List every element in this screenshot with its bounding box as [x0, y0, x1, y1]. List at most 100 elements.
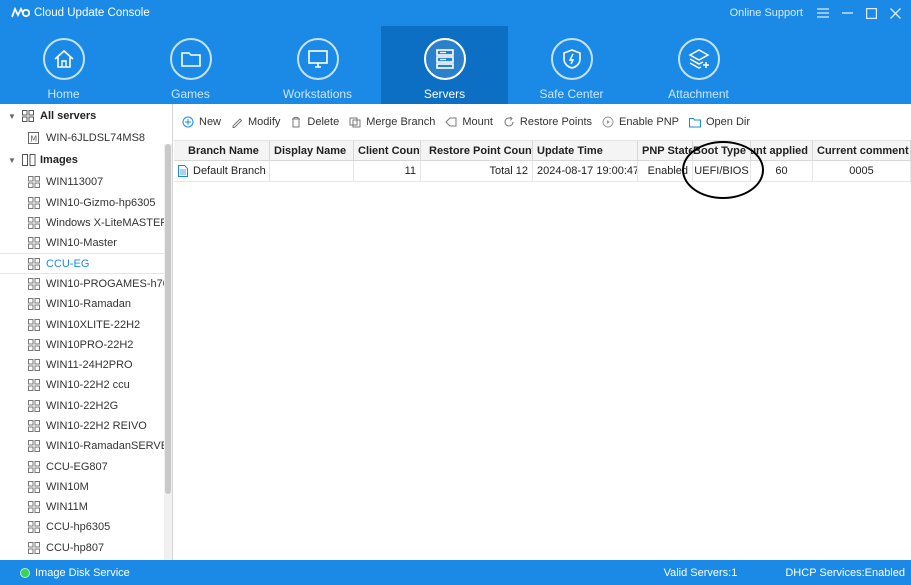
window-title: Cloud Update Console: [34, 7, 150, 19]
tree-item-image[interactable]: WIN10M: [0, 477, 164, 497]
tree-item-image[interactable]: WIN113007: [0, 172, 164, 192]
online-support-link[interactable]: Online Support: [730, 7, 803, 19]
header-label: Current comment: [817, 144, 909, 157]
tree-item-image[interactable]: WIN10-22H2 REIVO: [0, 416, 164, 436]
main-nav: Home Games Workstations Servers Safe Cen…: [0, 26, 911, 104]
image-disk-icon: [28, 521, 41, 534]
tree-item-image[interactable]: WIN11M: [0, 497, 164, 517]
image-disk-icon: [28, 541, 41, 554]
tree-group-images[interactable]: ▼ Images: [0, 148, 164, 172]
mount-icon: [445, 116, 457, 128]
nav-label: Attachment: [668, 87, 729, 101]
merge-branch-button[interactable]: Merge Branch: [349, 116, 435, 128]
tree-item-image[interactable]: WIN10PRO-22H2: [0, 335, 164, 355]
tree-group-all-servers[interactable]: ▼ All servers: [0, 104, 164, 128]
tree-item-image[interactable]: WIN10-RamadanSERVER: [0, 436, 164, 456]
open-dir-button[interactable]: Open Dir: [688, 116, 750, 128]
new-button[interactable]: New: [182, 116, 221, 128]
col-branch-name[interactable]: Branch Name: [174, 141, 270, 160]
nav-home[interactable]: Home: [0, 26, 127, 104]
tree-item-image[interactable]: WIN10XLITE-22H2: [0, 314, 164, 334]
new-label: New: [199, 116, 222, 128]
delete-button[interactable]: Delete: [290, 116, 339, 128]
enable-pnp-button[interactable]: Enable PNP: [602, 116, 679, 128]
col-restore-point-count[interactable]: Restore Point Count: [421, 141, 533, 160]
tree-item-label: WIN10PRO-22H2: [46, 338, 134, 351]
folder-icon: [169, 38, 212, 80]
image-disk-icon: [28, 277, 41, 290]
nav-games[interactable]: Games: [127, 26, 254, 104]
dhcp-status: DHCP Services:Enabled: [785, 566, 905, 579]
tree-item-image[interactable]: WIN10-PROGAMES-h705: [0, 274, 164, 294]
svg-text:M: M: [30, 135, 37, 144]
nav-label: Servers: [423, 87, 466, 101]
restore-icon: [503, 116, 515, 128]
image-disk-icon: [28, 460, 41, 473]
nav-attachment[interactable]: Attachment: [635, 26, 762, 104]
annotation-circle: [682, 141, 764, 199]
menu-icon[interactable]: [811, 0, 835, 26]
mount-button[interactable]: Mount: [445, 116, 493, 128]
col-update-time[interactable]: Update Time: [533, 141, 638, 160]
grid-icon: [22, 110, 36, 122]
tree-item-image[interactable]: WIN10-22H2G: [0, 396, 164, 416]
tree-item-label: WIN10-RamadanSERVER: [46, 440, 164, 453]
tree-item-image[interactable]: WIN10-22H2 ccu: [0, 375, 164, 395]
status-bar: Image Disk Service Valid Servers:1 DHCP …: [0, 560, 911, 585]
image-disk-icon: [28, 379, 41, 392]
close-icon[interactable]: [883, 0, 907, 26]
image-disk-icon: [28, 257, 41, 270]
cell-update-time: 2024-08-17 19:00:47: [533, 161, 638, 181]
branch-name: Default Branch: [193, 165, 266, 177]
header-label: Branch Name: [188, 144, 259, 157]
header-label: PNP State: [642, 144, 693, 157]
tree-item-server[interactable]: M WIN-6JLDSL74MS8: [0, 128, 164, 148]
col-current-comment[interactable]: Current comment: [813, 141, 911, 160]
tree-item-label: WIN11-24H2PRO: [46, 359, 133, 372]
image-disk-icon: [28, 399, 41, 412]
tree-item-label: WIN10-Master: [46, 237, 117, 250]
mount-label: Mount: [462, 116, 493, 128]
tree-scrollbar[interactable]: [164, 144, 172, 560]
expand-arrow-icon[interactable]: ▼: [8, 112, 18, 121]
col-display-name[interactable]: Display Name: [270, 141, 354, 160]
nav-workstations[interactable]: Workstations: [254, 26, 381, 104]
tree-item-image[interactable]: WIN10-Ramadan: [0, 294, 164, 314]
tree-item-image[interactable]: CCU-EG807: [0, 456, 164, 476]
restore-points-label: Restore Points: [519, 116, 593, 128]
image-disk-icon: [28, 217, 41, 230]
tree-item-label: WIN10XLITE-22H2: [46, 318, 141, 331]
nav-servers[interactable]: Servers: [381, 26, 508, 104]
nav-safe-center[interactable]: Safe Center: [508, 26, 635, 104]
restore-points-button[interactable]: Restore Points: [503, 116, 592, 128]
shield-icon: [550, 38, 593, 80]
maximize-icon[interactable]: [859, 0, 883, 26]
tree-item-image[interactable]: WIN10-Gizmo-hp6305: [0, 193, 164, 213]
tree-item-image[interactable]: CCU-hp807: [0, 538, 164, 558]
tree-item-image[interactable]: Windows X-LiteMASTER: [0, 213, 164, 233]
valid-servers: Valid Servers:1: [663, 566, 738, 579]
image-disk-icon: [28, 196, 41, 209]
table-row[interactable]: Default Branch 11 Total 12 2024-08-17 19…: [174, 161, 911, 182]
image-disk-icon: [28, 237, 41, 250]
tree-item-label: WIN10-22H2 REIVO: [46, 420, 147, 432]
header-label: Count applied: [751, 144, 808, 157]
cell-restore-point-count: Total 12: [421, 161, 533, 181]
tree-item-label: WIN-6JLDSL74MS8: [46, 132, 146, 145]
server-m-icon: M: [28, 132, 41, 145]
tree-item-image[interactable]: WIN10-Master: [0, 233, 164, 253]
expand-arrow-icon[interactable]: ▼: [8, 156, 18, 165]
tree-item-image[interactable]: CCU-EG: [0, 253, 164, 274]
tree-item-label: Windows X-LiteMASTER: [46, 217, 164, 230]
minimize-icon[interactable]: [835, 0, 859, 26]
cell-branch-name: Default Branch: [174, 161, 270, 181]
tree-item-image[interactable]: CCU-hp6305: [0, 517, 164, 537]
title-bar: Cloud Update Console Online Support: [0, 0, 911, 26]
tree-item-image[interactable]: WIN11-24H2PRO: [0, 355, 164, 375]
modify-button[interactable]: Modify: [231, 116, 280, 128]
scrollbar-thumb[interactable]: [165, 144, 171, 494]
col-client-count[interactable]: Client Count: [354, 141, 421, 160]
image-disk-icon: [28, 176, 41, 189]
cell-client-count: 11: [354, 161, 421, 181]
modify-label: Modify: [248, 116, 281, 128]
